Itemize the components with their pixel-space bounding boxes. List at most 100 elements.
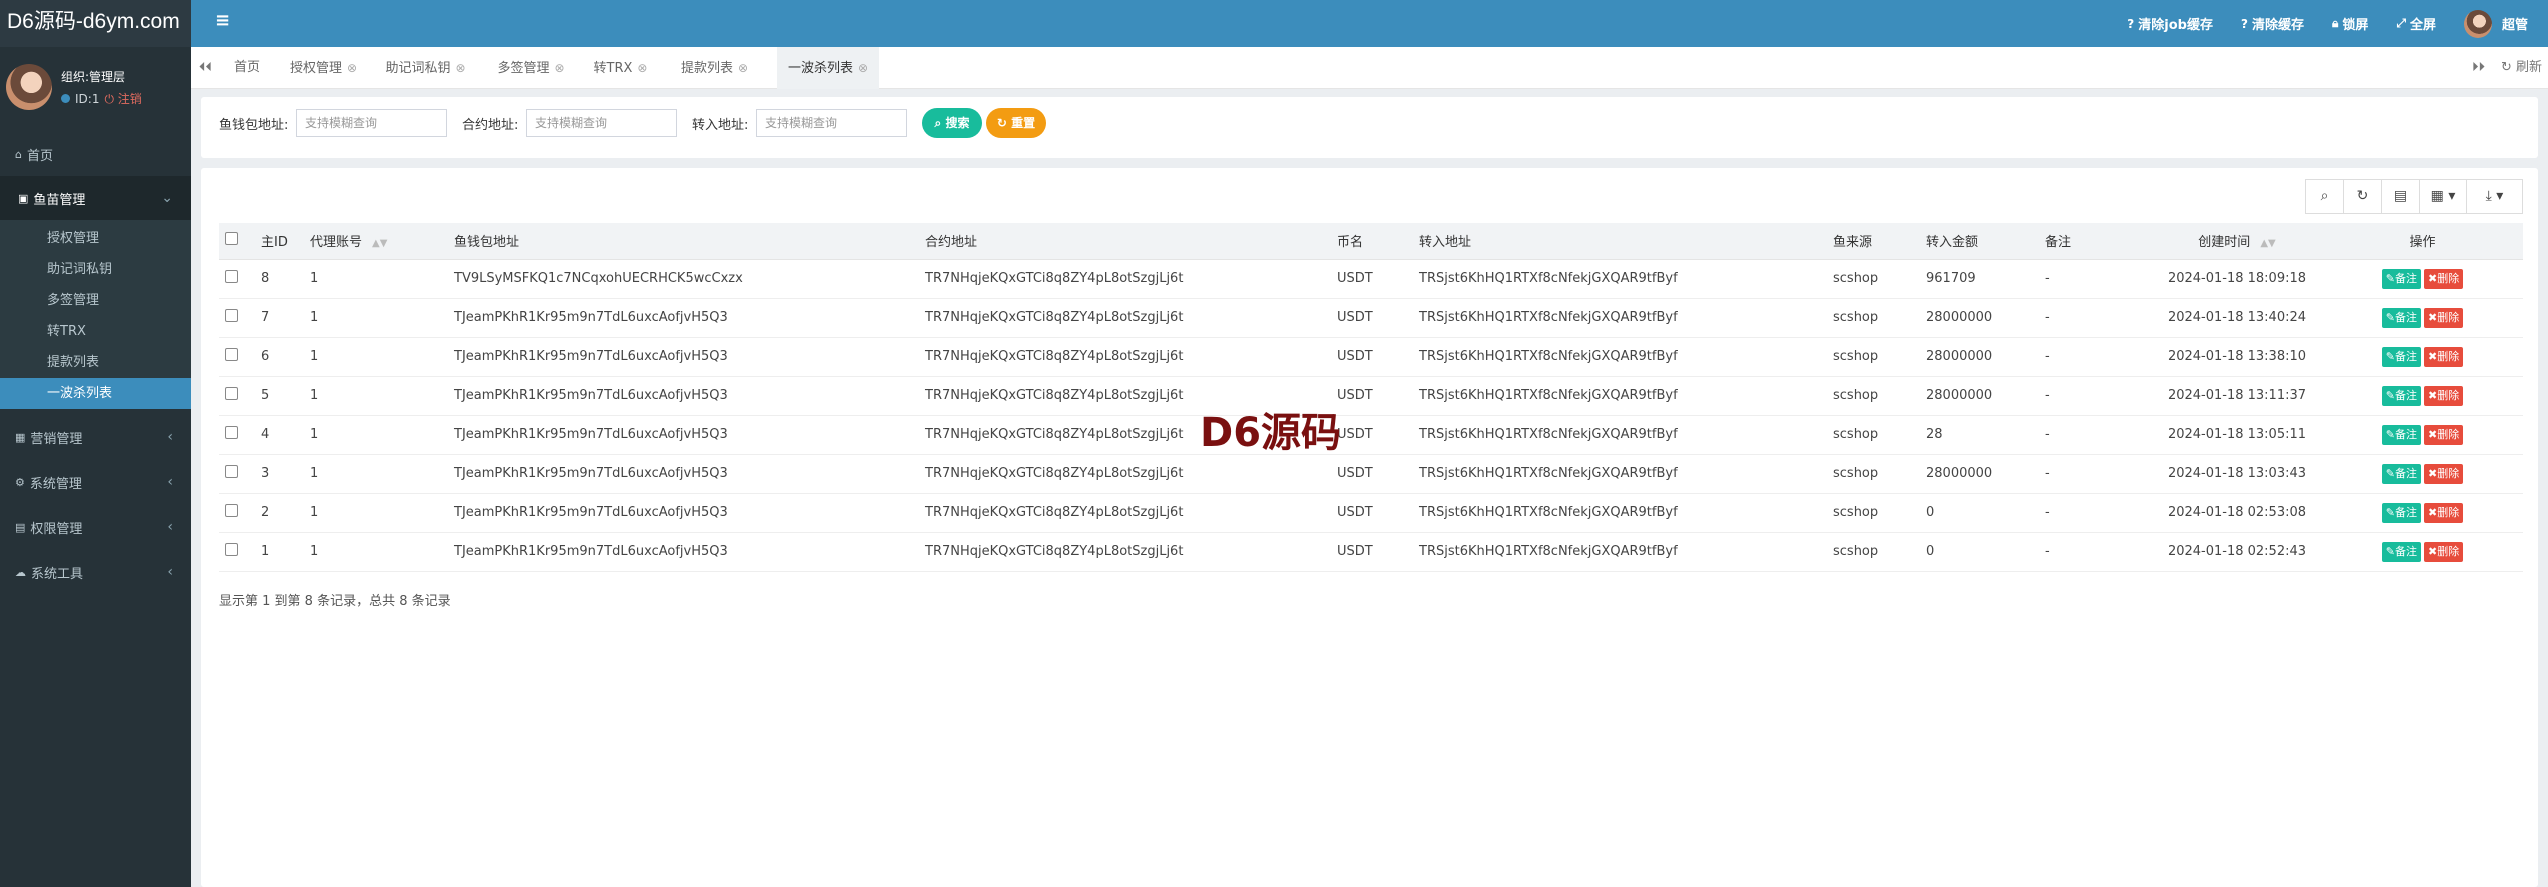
refresh-tab-button[interactable]: ↻ 刷新 [2501, 47, 2542, 89]
sidebar-item-home[interactable]: ⌂ 首页 [0, 132, 191, 176]
remark-button[interactable]: ✎备注 [2381, 541, 2421, 562]
fish-wallet-input[interactable]: 支持模糊查询 [296, 109, 447, 137]
cell-transfer-in: TRSjst6KhHQ1RTXf8cNfekjGXQAR9tfByf [1419, 298, 1833, 338]
remark-button[interactable]: ✎备注 [2381, 424, 2421, 445]
close-icon[interactable]: ⊗ [738, 61, 748, 75]
table-toggle-view-button[interactable]: ▤ [2381, 179, 2420, 214]
sidebar-subitem-auth[interactable]: 授权管理 [0, 223, 191, 254]
transfer-in-label: 转入地址: [692, 118, 749, 133]
col-created[interactable]: 创建时间 ▲▼ [2152, 223, 2322, 260]
cell-id: 8 [243, 259, 310, 299]
sidebar-item-system[interactable]: ⚙ 系统管理 ‹ [0, 459, 191, 505]
chevron-left-icon: ‹ [167, 429, 173, 445]
search-icon: ⌕ [934, 116, 942, 130]
export-button[interactable]: ⤓ ▾ [2466, 179, 2523, 214]
col-id[interactable]: 主ID [243, 223, 310, 260]
cell-coin: USDT [1337, 532, 1419, 572]
transfer-in-input[interactable]: 支持模糊查询 [756, 109, 907, 137]
tabs-scroll-right-icon[interactable]: ⏵⏵ [2472, 47, 2485, 89]
close-icon[interactable]: ⊗ [554, 61, 564, 75]
sidebar-item-permission[interactable]: ▤ 权限管理 ‹ [0, 505, 191, 549]
close-icon[interactable]: ⊗ [455, 61, 465, 75]
row-checkbox[interactable] [219, 337, 243, 377]
row-checkbox[interactable] [219, 259, 243, 299]
cell-fish-wallet: TJeamPKhR1Kr95m9n7TdL6uxcAofjvH5Q3 [454, 415, 925, 455]
cell-contract: TR7NHqjeKQxGTCi8q8ZY4pL8otSzgjLj6t [925, 337, 1337, 377]
fish-menu-icon: ▣ [18, 191, 29, 205]
close-icon[interactable]: ⊗ [637, 61, 647, 75]
tabs-scroll-left-icon[interactable]: ⏴⏴ [199, 47, 212, 89]
delete-button[interactable]: ✖删除 [2424, 268, 2464, 289]
sidebar-subitem-multisig[interactable]: 多签管理 [0, 285, 191, 316]
tab-home[interactable]: 首页 [224, 47, 270, 89]
select-all-checkbox[interactable] [219, 223, 243, 260]
cell-transfer-in: TRSjst6KhHQ1RTXf8cNfekjGXQAR9tfByf [1419, 376, 1833, 416]
sidebar-item-tools[interactable]: ☁ 系统工具 ‹ [0, 549, 191, 595]
remark-button[interactable]: ✎备注 [2381, 307, 2421, 328]
sidebar-subitem-mnemonic[interactable]: 助记词私钥 [0, 254, 191, 285]
cell-source: scshop [1833, 298, 1926, 338]
delete-button[interactable]: ✖删除 [2424, 346, 2464, 367]
col-agent[interactable]: 代理账号 ▲▼ [310, 223, 454, 260]
row-checkbox[interactable] [219, 415, 243, 455]
delete-button[interactable]: ✖删除 [2424, 502, 2464, 523]
column-toggle-button[interactable]: ▦ ▾ [2419, 179, 2467, 214]
sidebar-subitem-kill-list[interactable]: 一波杀列表 [0, 378, 191, 409]
menu-toggle-icon[interactable]: ≡ [215, 10, 230, 31]
cell-contract: TR7NHqjeKQxGTCi8q8ZY4pL8otSzgjLj6t [925, 532, 1337, 572]
cell-agent: 1 [310, 454, 454, 494]
row-checkbox[interactable] [219, 376, 243, 416]
remark-button[interactable]: ✎备注 [2381, 385, 2421, 406]
tab-withdraw[interactable]: 提款列表 ⊗ [676, 47, 753, 89]
cell-id: 7 [243, 298, 310, 338]
tab-mnemonic[interactable]: 助记词私钥 ⊗ [383, 47, 468, 89]
search-button[interactable]: ⌕ 搜索 [922, 108, 982, 138]
remark-button[interactable]: ✎备注 [2381, 346, 2421, 367]
sidebar-item-marketing[interactable]: ▦ 营销管理 ‹ [0, 415, 191, 459]
contract-input[interactable]: 支持模糊查询 [526, 109, 677, 137]
sidebar-subitem-trx[interactable]: 转TRX [0, 316, 191, 347]
row-checkbox[interactable] [219, 532, 243, 572]
delete-button[interactable]: ✖删除 [2424, 463, 2464, 484]
search-icon: ⌕ [2320, 188, 2329, 204]
col-transfer-in: 转入地址 [1419, 223, 1833, 260]
close-icon[interactable]: ⊗ [347, 61, 357, 75]
admin-menu[interactable]: 超管 [2463, 9, 2528, 38]
tab-auth[interactable]: 授权管理 ⊗ [285, 47, 362, 89]
cell-id: 1 [243, 532, 310, 572]
tab-multisig[interactable]: 多签管理 ⊗ [495, 47, 567, 89]
table-search-button[interactable]: ⌕ [2305, 179, 2344, 214]
delete-button[interactable]: ✖删除 [2424, 385, 2464, 406]
lock-screen-button[interactable]: 🔒︎ 锁屏 [2332, 14, 2368, 33]
table-refresh-button[interactable]: ↻ [2343, 179, 2382, 214]
row-checkbox[interactable] [219, 493, 243, 533]
cell-source: scshop [1833, 376, 1926, 416]
cell-created: 2024-01-18 02:53:08 [2152, 493, 2322, 533]
fullscreen-button[interactable]: ⤢ 全屏 [2396, 14, 2436, 33]
logout-link[interactable]: ⏻ 注销 [104, 90, 141, 107]
table-row: 2 1 TJeamPKhR1Kr95m9n7TdL6uxcAofjvH5Q3 TR7N… [219, 493, 2523, 533]
cell-fish-wallet: TJeamPKhR1Kr95m9n7TdL6uxcAofjvH5Q3 [454, 298, 925, 338]
close-icon[interactable]: ⊗ [858, 61, 868, 75]
row-checkbox[interactable] [219, 298, 243, 338]
cell-agent: 1 [310, 298, 454, 338]
tab-trx[interactable]: 转TRX ⊗ [588, 47, 653, 89]
remark-button[interactable]: ✎备注 [2381, 502, 2421, 523]
app-logo[interactable]: D6源码-d6ym.com [0, 0, 191, 47]
sidebar-subitem-withdraw[interactable]: 提款列表 [0, 347, 191, 378]
delete-button[interactable]: ✖删除 [2424, 541, 2464, 562]
col-fish-wallet: 鱼钱包地址 [454, 223, 925, 260]
clear-job-cache-button[interactable]: ? 清除job缓存 [2127, 14, 2213, 34]
delete-button[interactable]: ✖删除 [2424, 307, 2464, 328]
remark-button[interactable]: ✎备注 [2381, 463, 2421, 484]
cell-fish-wallet: TJeamPKhR1Kr95m9n7TdL6uxcAofjvH5Q3 [454, 493, 925, 533]
row-checkbox[interactable] [219, 454, 243, 494]
reset-button[interactable]: ↻ 重置 [986, 108, 1046, 138]
cell-coin: USDT [1337, 415, 1419, 455]
clear-cache-button[interactable]: ? 清除缓存 [2241, 14, 2304, 34]
delete-button[interactable]: ✖删除 [2424, 424, 2464, 445]
sidebar-item-fish[interactable]: ▣ 鱼苗管理 ⌄ [0, 176, 191, 220]
cell-actions: ✎备注 ✖删除 [2322, 259, 2523, 299]
remark-button[interactable]: ✎备注 [2381, 268, 2421, 289]
tab-kill-list[interactable]: 一波杀列表 ⊗ [777, 47, 879, 89]
